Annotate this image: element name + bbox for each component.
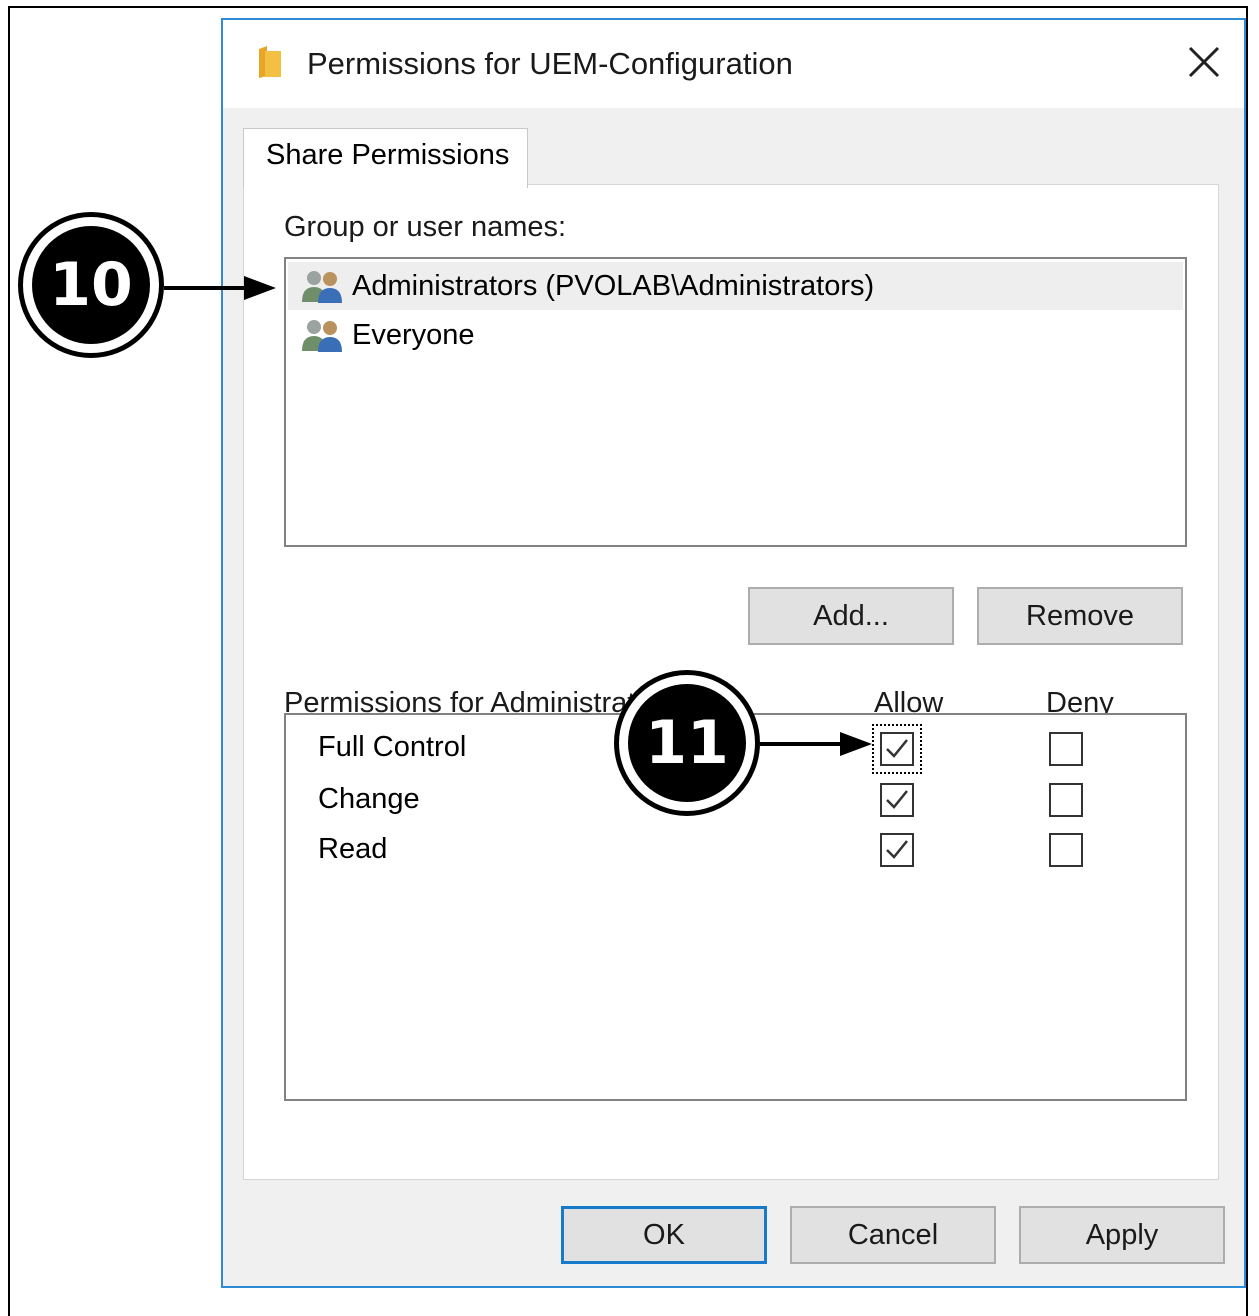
tab-label: Share Permissions <box>266 139 510 171</box>
remove-button[interactable]: Remove <box>977 587 1183 645</box>
callout-11: 11 <box>614 670 760 816</box>
tab-panel: Group or user names: Administrators (PVO… <box>243 184 1219 1180</box>
callout-10: 10 <box>18 212 164 358</box>
list-item-everyone[interactable]: Everyone <box>288 311 1183 359</box>
callout-number: 11 <box>628 684 746 802</box>
title-bar: Permissions for UEM-Configuration <box>223 20 1244 108</box>
checkmark-icon <box>886 840 908 859</box>
group-user-list[interactable]: Administrators (PVOLAB\Administrators) E… <box>284 257 1187 547</box>
tab-share-permissions[interactable]: Share Permissions <box>243 128 528 188</box>
group-list-label: Group or user names: <box>284 211 567 243</box>
permission-name-change: Change <box>318 783 420 815</box>
read-allow-checkbox[interactable] <box>880 833 914 867</box>
add-button[interactable]: Add... <box>748 587 954 645</box>
change-allow-checkbox[interactable] <box>880 783 914 817</box>
checkmark-icon <box>886 790 908 809</box>
read-deny-checkbox[interactable] <box>1049 833 1083 867</box>
apply-button[interactable]: Apply <box>1019 1206 1225 1264</box>
dialog-title: Permissions for UEM-Configuration <box>307 46 793 81</box>
ok-button[interactable]: OK <box>561 1206 767 1264</box>
full-control-deny-checkbox[interactable] <box>1049 732 1083 766</box>
permission-name-read: Read <box>318 833 388 865</box>
arrow-icon <box>164 276 276 300</box>
list-item-label: Everyone <box>352 319 475 351</box>
permission-name-full-control: Full Control <box>318 731 467 763</box>
folder-icon <box>259 46 281 78</box>
change-deny-checkbox[interactable] <box>1049 783 1083 817</box>
permissions-dialog: Permissions for UEM-Configuration Share … <box>221 18 1246 1288</box>
arrow-icon <box>760 732 872 756</box>
close-icon[interactable] <box>1184 42 1224 82</box>
user-group-icon <box>302 320 342 352</box>
user-group-icon <box>302 271 342 303</box>
cancel-button[interactable]: Cancel <box>790 1206 996 1264</box>
full-control-allow-checkbox[interactable] <box>880 732 914 766</box>
callout-number: 10 <box>32 226 150 344</box>
checkmark-icon <box>886 739 908 758</box>
list-item-administrators[interactable]: Administrators (PVOLAB\Administrators) <box>288 262 1183 310</box>
list-item-label: Administrators (PVOLAB\Administrators) <box>352 270 875 302</box>
